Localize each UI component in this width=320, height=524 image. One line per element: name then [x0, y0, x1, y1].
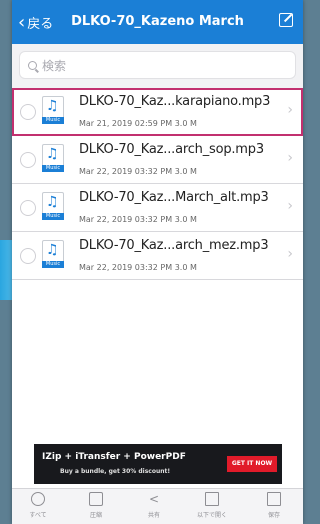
- select-radio[interactable]: [20, 248, 36, 264]
- back-button[interactable]: ‹ 戻る: [18, 13, 53, 32]
- ad-title: IZip + iTransfer + PowerPDF: [42, 452, 186, 462]
- search-bar: 検索: [12, 44, 303, 88]
- file-size: 3.0 M: [174, 167, 197, 176]
- back-label: 戻る: [27, 17, 54, 32]
- file-date: Mar 21, 2019 02:59 PM: [79, 119, 173, 128]
- bottom-toolbar: すべて 圧縮 < 共有 以下で開く 保存: [12, 488, 303, 524]
- share-label: 共有: [147, 512, 160, 519]
- file-list: ♫ Music DLKO-70_Kaz...karapiano.mp3 Mar …: [12, 88, 303, 280]
- open-in-label: 以下で開く: [196, 512, 227, 519]
- select-all-button[interactable]: すべて: [18, 492, 58, 519]
- music-file-label: Music: [42, 213, 64, 220]
- chevron-right-icon: ›: [287, 246, 293, 262]
- select-radio[interactable]: [20, 104, 36, 120]
- file-name: DLKO-70_Kaz...arch_sop.mp3: [79, 142, 264, 157]
- save-button[interactable]: 保存: [254, 492, 294, 519]
- share-icon: <: [148, 492, 160, 506]
- search-input[interactable]: 検索: [19, 51, 296, 79]
- file-meta: Mar 22, 2019 03:32 PM 3.0 M: [79, 167, 197, 176]
- ad-subtitle: Buy a bundle, get 30% discount!: [60, 468, 171, 475]
- file-date: Mar 22, 2019 03:32 PM: [79, 167, 173, 176]
- file-size: 3.0 M: [174, 215, 197, 224]
- file-date: Mar 22, 2019 03:32 PM: [79, 215, 173, 224]
- file-row[interactable]: ♫ Music DLKO-70_Kaz...arch_mez.mp3 Mar 2…: [12, 232, 303, 280]
- file-meta: Mar 22, 2019 03:32 PM 3.0 M: [79, 263, 197, 272]
- chevron-right-icon: ›: [287, 150, 293, 166]
- save-label: 保存: [267, 512, 280, 519]
- file-meta: Mar 21, 2019 02:59 PM 3.0 M: [79, 119, 197, 128]
- music-file-icon: ♫ Music: [42, 96, 64, 124]
- save-icon: [267, 492, 281, 506]
- get-it-now-button[interactable]: GET IT NOW: [227, 456, 277, 472]
- music-file-icon: ♫ Music: [42, 240, 64, 268]
- file-size: 3.0 M: [174, 263, 197, 272]
- file-name: DLKO-70_Kaz...March_alt.mp3: [79, 190, 269, 205]
- file-name: DLKO-70_Kaz...karapiano.mp3: [79, 94, 271, 109]
- page-title: DLKO-70_Kazeno March: [71, 14, 244, 29]
- search-placeholder: 検索: [42, 58, 67, 73]
- edit-icon[interactable]: [279, 13, 293, 27]
- compress-label: 圧縮: [89, 512, 102, 519]
- search-icon: [28, 60, 37, 70]
- file-meta: Mar 22, 2019 03:32 PM 3.0 M: [79, 215, 197, 224]
- ad-banner[interactable]: IZip + iTransfer + PowerPDF Buy a bundle…: [34, 444, 282, 484]
- select-radio[interactable]: [20, 152, 36, 168]
- music-file-label: Music: [42, 165, 64, 172]
- music-file-label: Music: [42, 261, 64, 268]
- file-date: Mar 22, 2019 03:32 PM: [79, 263, 173, 272]
- share-button[interactable]: < 共有: [134, 492, 174, 519]
- music-file-icon: ♫ Music: [42, 192, 64, 220]
- file-row[interactable]: ♫ Music DLKO-70_Kaz...karapiano.mp3 Mar …: [12, 88, 303, 136]
- document-icon: [205, 492, 219, 506]
- select-all-label: すべて: [29, 512, 47, 519]
- file-row[interactable]: ♫ Music DLKO-70_Kaz...arch_sop.mp3 Mar 2…: [12, 136, 303, 184]
- music-file-icon: ♫ Music: [42, 144, 64, 172]
- file-size: 3.0 M: [174, 119, 197, 128]
- archive-icon: [89, 492, 103, 506]
- file-name: DLKO-70_Kaz...arch_mez.mp3: [79, 238, 269, 253]
- checkmark-circle-icon: [31, 492, 45, 506]
- music-file-label: Music: [42, 117, 64, 124]
- navigation-bar: ‹ 戻る DLKO-70_Kazeno March: [12, 0, 303, 44]
- chevron-left-icon: ‹: [18, 11, 26, 33]
- file-row[interactable]: ♫ Music DLKO-70_Kaz...March_alt.mp3 Mar …: [12, 184, 303, 232]
- app-window: ‹ 戻る DLKO-70_Kazeno March 検索 ♫ Music DLK…: [12, 0, 303, 524]
- compress-button[interactable]: 圧縮: [76, 492, 116, 519]
- chevron-right-icon: ›: [287, 198, 293, 214]
- chevron-right-icon: ›: [287, 102, 293, 118]
- select-radio[interactable]: [20, 200, 36, 216]
- open-in-button[interactable]: 以下で開く: [192, 492, 232, 519]
